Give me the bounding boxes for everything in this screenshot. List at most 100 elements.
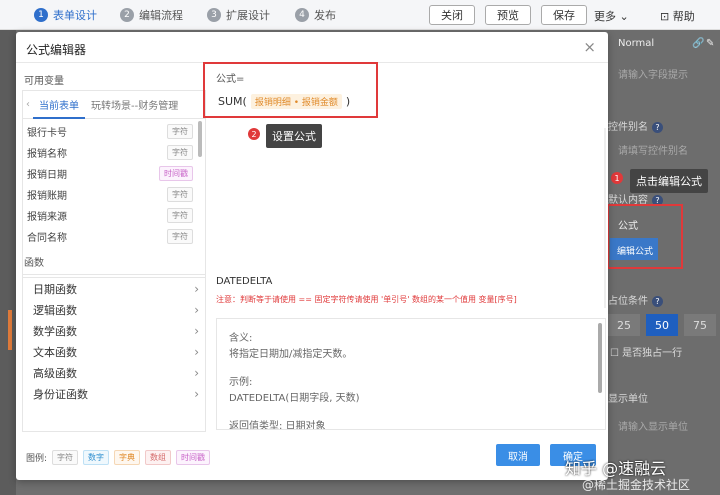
help-icon: ⊡ [660,10,670,23]
variable-item[interactable]: 报销来源 字符 [27,205,193,225]
chevron-left-icon[interactable]: ‹ [23,99,33,110]
step-label: 扩展设计 [226,9,270,22]
variable-name: 报销日期 [27,169,67,181]
width-25[interactable]: 25 [608,314,640,336]
unit-label: 显示单位 [608,394,648,405]
chevron-right-icon: › [194,387,199,401]
step-number: 2 [120,8,134,22]
functions-label: 函数 [24,258,44,269]
variable-item[interactable]: 报销名称 字符 [27,142,193,162]
function-category[interactable]: 文本函数 › [33,342,199,362]
width-75[interactable]: 75 [684,314,716,336]
type-tag: 字符 [167,186,193,202]
function-category[interactable]: 身份证函数 › [33,384,199,404]
usage-note: 注意：判断等于请使用 == 固定字符传请使用 '单引号' 数组的某一个值用 变量… [216,295,517,304]
function-name: DATEDELTA [216,276,273,287]
sidebar-accent [8,310,12,350]
legend-array: 数组 [145,450,172,465]
step-form-design[interactable]: 1 表单设计 [34,7,97,23]
help-link[interactable]: ⊡ 帮助 [660,8,695,24]
step-number: 1 [34,8,48,22]
more-label: 更多 [594,10,616,23]
more-menu[interactable]: 更多 ⌄ [594,8,629,24]
scrollbar[interactable] [598,323,602,393]
type-tag: 字符 [167,123,193,139]
width-50[interactable]: 50 [646,314,678,336]
chevron-down-icon: ⌄ [619,10,629,23]
tab-other-scenario[interactable]: 玩转场景--财务管理 [85,97,184,112]
chevron-right-icon: › [194,345,199,359]
step-label: 表单设计 [53,9,97,22]
tooltip-click-edit-formula: 点击编辑公式 [630,169,708,193]
scrollbar[interactable] [198,121,202,157]
tab-current-form[interactable]: 当前表单 [33,97,85,119]
dialog-title: 公式编辑器 [26,43,87,57]
brush-icon[interactable]: ✎ [706,38,714,49]
variable-item[interactable]: 银行卡号 字符 [27,121,193,141]
step-edit-flow[interactable]: 2 编辑流程 [120,7,183,23]
help-label: 帮助 [672,10,695,23]
step-extend-design[interactable]: 3 扩展设计 [207,7,270,23]
type-tag: 字符 [167,228,193,244]
function-category[interactable]: 逻辑函数 › [33,300,199,320]
type-tag: 时间戳 [159,165,193,181]
type-tag: 字符 [167,207,193,223]
variable-name: 报销名称 [27,148,67,160]
meaning-text: 将指定日期加/减指定天数。 [229,349,353,360]
function-category[interactable]: 高级函数 › [33,363,199,383]
tooltip-set-formula: 设置公式 [266,124,322,148]
alias-input[interactable]: 请填写控件别名 [618,142,688,157]
variable-tabs: ‹ 当前表单 玩转场景--财务管理 [23,91,205,119]
function-label: 高级函数 [33,367,77,380]
function-label: 身份证函数 [33,388,88,401]
question-icon[interactable]: ? [652,122,663,133]
variables-panel: ‹ 当前表单 玩转场景--财务管理 银行卡号 字符 报销名称 字符 报销日期 时… [22,90,206,278]
step-number: 4 [295,8,309,22]
step-publish[interactable]: 4 发布 [295,7,336,23]
function-label: 日期函数 [33,283,77,296]
variable-item[interactable]: 报销账期 字符 [27,184,193,204]
save-button[interactable]: 保存 [541,5,587,25]
chevron-right-icon: › [194,324,199,338]
step-label: 发布 [314,9,336,22]
highlight-box-edit-formula [607,204,683,269]
cancel-button[interactable]: 取消 [496,444,540,466]
return-type: 返回值类型: 日期对象 [229,421,326,430]
exclusive-label: 是否独占一行 [622,348,683,359]
formula-editor[interactable]: 公式= SUM( 报销明细 • 报销金额 ) [206,74,608,278]
highlight-box-formula [203,62,378,118]
variable-item[interactable]: 合同名称 字符 [27,226,193,246]
variable-name: 报销账期 [27,190,67,202]
function-category[interactable]: 日期函数 › [33,279,199,299]
function-label: 文本函数 [33,346,77,359]
question-icon[interactable]: ? [652,296,663,307]
legend-label: 图例: [26,454,48,464]
link-icon[interactable]: 🔗 [692,38,704,49]
step-badge-1: 1 [611,172,623,184]
occupy-label-text: 占位条件 [608,296,648,307]
function-description: 含义: 将指定日期加/减指定天数。 示例: DATEDELTA(日期字段, 天数… [216,318,606,430]
variable-item[interactable]: 报销日期 时间戳 [27,163,193,183]
chevron-right-icon: › [194,303,199,317]
placeholder-hint-input[interactable]: 请输入字段提示 [618,66,688,81]
legend-str: 字符 [52,450,79,465]
close-icon[interactable]: × [583,38,596,56]
variable-name: 报销来源 [27,211,67,223]
editor-scrollbar[interactable] [604,128,606,308]
step-label: 编辑流程 [139,9,183,22]
example-text: DATEDELTA(日期字段, 天数) [229,393,360,404]
exclusive-checkbox[interactable]: ☐ 是否独占一行 [610,344,682,359]
function-label: 数学函数 [33,325,77,338]
chevron-right-icon: › [194,366,199,380]
legend-time: 时间戳 [176,450,211,465]
close-button[interactable]: 关闭 [429,5,475,25]
example-label: 示例: [229,377,253,388]
alias-label-text: 控件别名 [608,122,648,133]
preview-button[interactable]: 预览 [485,5,531,25]
font-style-select[interactable]: Normal [618,38,654,49]
unit-input[interactable]: 请输入显示单位 [618,418,688,433]
type-tag: 字符 [167,144,193,160]
variables-label: 可用变量 [24,76,64,87]
function-category[interactable]: 数学函数 › [33,321,199,341]
watermark-sub: @稀土掘金技术社区 [582,478,691,492]
